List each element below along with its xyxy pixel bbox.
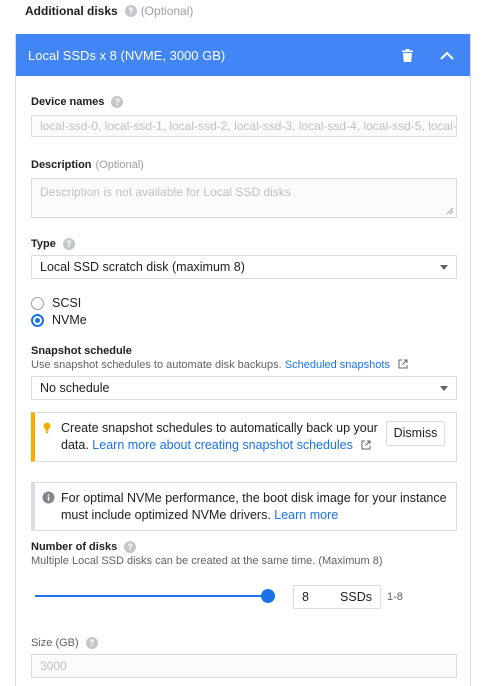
radio-button[interactable] [31, 296, 44, 310]
help-icon[interactable]: ? [124, 541, 137, 553]
callout-text-prefix: data. [61, 438, 89, 452]
disk-count-value: 8 [302, 590, 309, 604]
radio-nvme[interactable]: NVMe [31, 313, 87, 327]
snapshot-schedule-select[interactable]: No schedule [31, 376, 457, 400]
help-icon[interactable]: ? [62, 238, 75, 250]
additional-disks-label: Additional disks [25, 4, 118, 18]
disk-type-value: Local SSD scratch disk (maximum 8) [40, 260, 245, 274]
snapshot-schedule-label: Snapshot schedule [31, 345, 132, 357]
snapshot-schedule-value: No schedule [40, 381, 110, 395]
type-heading: Type ? [31, 238, 75, 250]
size-label: Size (GB) [31, 637, 79, 649]
callout-line: For optimal NVMe performance, the boot d… [61, 491, 447, 505]
device-names-heading: Device names ? [31, 96, 124, 108]
callout-line: data. Learn more about creating snapshot… [61, 437, 381, 454]
device-names-value: local-ssd-0, local-ssd-1, local-ssd-2, l… [40, 119, 457, 133]
number-of-disks-heading: Number of disks ? [31, 541, 137, 553]
callout-line: must include optimized NVMe drivers. Lea… [61, 507, 456, 524]
radio-scsi[interactable]: SCSI [31, 296, 81, 310]
resize-grip-icon [446, 207, 454, 215]
dismiss-button[interactable]: Dismiss [386, 421, 445, 446]
disk-count-range: 1-8 [387, 591, 403, 603]
disks-slider-track[interactable] [35, 595, 268, 597]
help-icon[interactable]: ? [124, 5, 137, 17]
snapshot-tip-text: Create snapshot schedules to automatical… [61, 420, 381, 454]
help-icon[interactable]: ? [85, 637, 98, 649]
disks-slider-thumb[interactable] [261, 589, 275, 603]
help-icon[interactable]: ? [111, 96, 124, 108]
description-heading: Description (Optional) [31, 159, 144, 171]
size-value: 3000 [40, 659, 67, 673]
nvme-info-callout: For optimal NVMe performance, the boot d… [31, 482, 457, 531]
collapse-panel-button[interactable] [432, 34, 462, 76]
radio-label: SCSI [52, 296, 82, 310]
dropdown-arrow-icon [440, 265, 448, 270]
optional-label: (Optional) [140, 4, 194, 18]
callout-text-prefix: must include optimized NVMe drivers. [61, 508, 271, 522]
radio-label: NVMe [52, 313, 87, 327]
size-heading: Size (GB) ? [31, 637, 98, 649]
external-link-icon [398, 359, 408, 369]
snapshot-tip-callout: Create snapshot schedules to automatical… [31, 412, 457, 462]
snapshot-help-text: Use snapshot schedules to automate disk … [31, 359, 408, 371]
size-field: 3000 [31, 654, 457, 678]
lightbulb-icon [43, 422, 51, 434]
callout-line: Create snapshot schedules to automatical… [61, 421, 378, 435]
device-names-label: Device names [31, 96, 105, 108]
description-textarea: Description is not available for Local S… [31, 178, 457, 218]
disk-count-unit: SSDs [340, 590, 372, 604]
number-of-disks-help: Multiple Local SSD disks can be created … [31, 555, 383, 567]
description-label: Description [31, 159, 92, 171]
external-link-icon [361, 440, 371, 450]
disk-panel-title: Local SSDs x 8 (NVME, 3000 GB) [28, 47, 226, 63]
dropdown-arrow-icon [440, 386, 448, 391]
device-names-field: local-ssd-0, local-ssd-1, local-ssd-2, l… [31, 115, 457, 137]
nvme-learn-more-link[interactable]: Learn more [274, 508, 338, 522]
additional-disks-title: Additional disks ? (Optional) [25, 4, 193, 18]
local-ssd-disk-panel: Local SSDs x 8 (NVME, 3000 GB) Device na… [15, 34, 471, 686]
type-label: Type [31, 238, 56, 250]
nvme-info-text: For optimal NVMe performance, the boot d… [61, 490, 456, 524]
chevron-up-icon [440, 51, 454, 60]
scheduled-snapshots-link[interactable]: Scheduled snapshots [285, 359, 390, 371]
number-of-disks-label: Number of disks [31, 541, 118, 553]
info-icon [42, 491, 55, 504]
snapshot-schedule-heading: Snapshot schedule [31, 345, 132, 357]
optional-label: (Optional) [95, 159, 144, 171]
description-placeholder: Description is not available for Local S… [40, 185, 291, 199]
delete-disk-button[interactable] [392, 34, 422, 76]
radio-button[interactable] [31, 313, 44, 327]
trash-icon [401, 48, 413, 62]
snapshot-learn-more-link[interactable]: Learn more about creating snapshot sched… [92, 438, 353, 452]
disk-count-input[interactable]: 8 SSDs [293, 585, 381, 609]
snapshot-description: Use snapshot schedules to automate disk … [31, 359, 282, 371]
disk-type-select[interactable]: Local SSD scratch disk (maximum 8) [31, 255, 457, 279]
